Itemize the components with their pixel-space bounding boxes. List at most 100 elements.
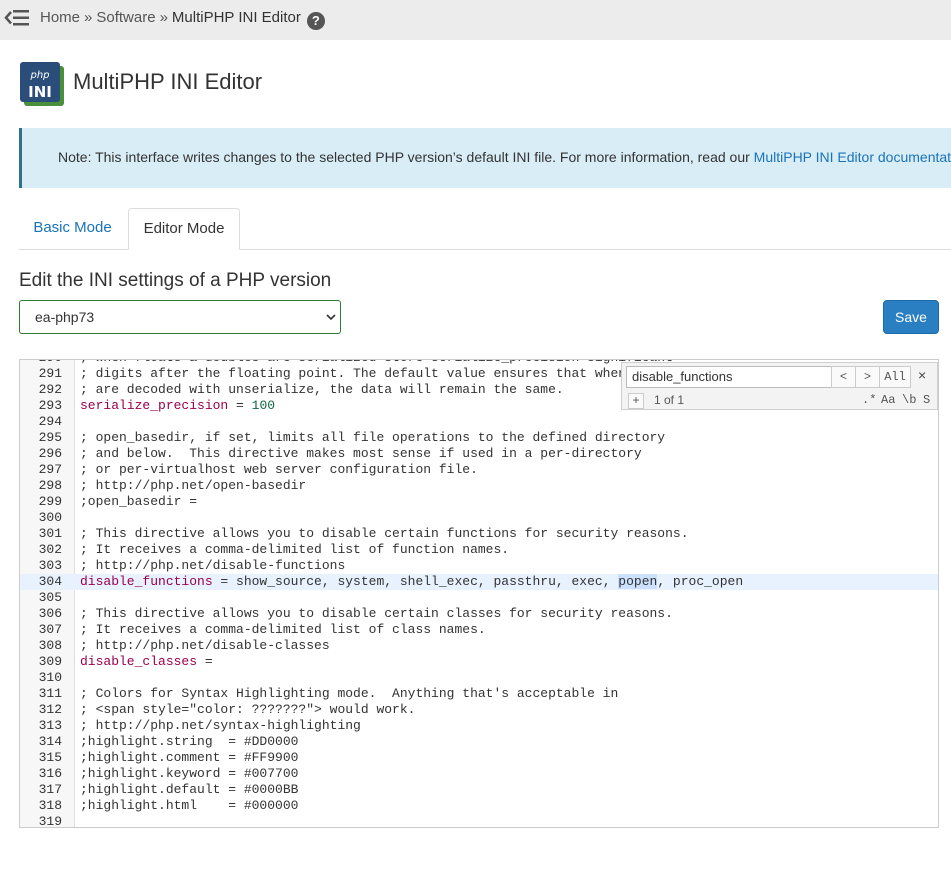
replace-toggle-button[interactable]: +	[628, 393, 644, 409]
line-number: 311	[38, 686, 62, 701]
line-number: 304	[38, 574, 62, 589]
ini-comment: ; http://php.net/disable-functions	[80, 558, 346, 573]
line-code: ; http://php.net/open-basedir	[80, 478, 306, 494]
ini-comment: ; It receives a comma-delimited list of …	[80, 542, 510, 557]
code-line: 294	[20, 414, 938, 430]
code-line: 319	[20, 814, 938, 828]
tab-editor-mode[interactable]: Editor Mode	[128, 208, 240, 250]
save-button[interactable]: Save	[883, 300, 939, 334]
in-selection-toggle[interactable]: S	[923, 392, 930, 408]
line-number: 317	[38, 782, 62, 797]
breadcrumb-current: MultiPHP INI Editor	[171, 9, 301, 26]
ini-comment: ; digits after the floating point. The d…	[80, 366, 681, 381]
line-code: ; http://php.net/disable-functions	[80, 558, 345, 574]
line-number: 299	[38, 494, 62, 509]
line-code: ; are decoded with unserialize, the data…	[80, 382, 564, 398]
line-code: ; or per-virtualhost web server configur…	[80, 462, 478, 478]
whole-word-toggle[interactable]: \b	[902, 392, 916, 408]
line-number: 291	[38, 366, 62, 381]
line-code: ;highlight.string = #DD0000	[80, 734, 298, 750]
ini-comment: ; When floats & doubles are serialized s…	[80, 360, 673, 365]
code-line: 303 ; http://php.net/disable-functions	[20, 558, 938, 574]
find-all-button[interactable]: All	[879, 366, 911, 388]
ini-comment: ; are decoded with unserialize, the data…	[80, 382, 564, 397]
ini-comment: ; It receives a comma-delimited list of …	[80, 622, 486, 637]
line-code: ; and below. This directive makes most s…	[80, 446, 642, 462]
ini-comment: ; http://php.net/disable-classes	[80, 638, 330, 653]
find-previous-button[interactable]: <	[831, 366, 856, 388]
line-code: ; open_basedir, if set, limits all file …	[80, 430, 665, 446]
code-line: 308 ; http://php.net/disable-classes	[20, 638, 938, 654]
line-code: ;highlight.default = #0000BB	[80, 782, 298, 798]
ini-directive: disable_classes	[80, 654, 198, 669]
case-sensitive-toggle[interactable]: Aa	[881, 392, 895, 408]
line-code: ;open_basedir =	[80, 494, 197, 510]
breadcrumb-home[interactable]: Home	[40, 9, 80, 26]
ini-comment: ;highlight.keyword = #007700	[80, 766, 299, 781]
ini-comment: ;highlight.comment = #FF9900	[80, 750, 299, 765]
ini-number: 100	[251, 398, 276, 413]
code-lines: 290 ; When floats & doubles are serialize…	[20, 360, 938, 828]
code-line: 297 ; or per-virtualhost web server confi…	[20, 462, 938, 478]
line-code: disable_functions = show_source, system,…	[80, 574, 743, 590]
line-code: ; digits after the floating point. The d…	[80, 366, 681, 382]
line-code: serialize_precision = 100	[80, 398, 275, 414]
line-number: 307	[38, 622, 62, 637]
info-note-text: Note: This interface writes changes to t…	[58, 149, 951, 165]
line-number: 319	[38, 814, 62, 828]
php-version-select[interactable]: ea-php73	[19, 300, 341, 334]
ini-comment: ; open_basedir, if set, limits all file …	[80, 430, 666, 445]
line-number: 303	[38, 558, 62, 573]
code-line: 310	[20, 670, 938, 686]
ini-comment: ; http://php.net/syntax-highlighting	[80, 718, 361, 733]
search-match: popen	[618, 574, 658, 589]
help-icon[interactable]: ?	[306, 12, 325, 30]
code-line: 295 ; open_basedir, if set, limits all fi…	[20, 430, 938, 446]
ini-comment: ;highlight.html = #000000	[80, 798, 299, 813]
ini-value: =	[228, 398, 252, 413]
line-number: 290	[20, 360, 62, 366]
ini-comment: ; Colors for Syntax Highlighting mode. A…	[80, 686, 619, 701]
line-number: 310	[38, 670, 62, 685]
line-number: 312	[38, 702, 62, 717]
line-number: 314	[38, 734, 62, 749]
ini-value: = show_source, system, shell_exec, passt…	[212, 574, 619, 589]
page-title: MultiPHP INI Editor	[73, 69, 263, 94]
line-number: 315	[38, 750, 62, 765]
code-line: 296 ; and below. This directive makes mos…	[20, 446, 938, 462]
code-line: 304 disable_functions = show_source, syst…	[20, 574, 938, 590]
code-editor[interactable]: 290 ; When floats & doubles are serialize…	[19, 359, 939, 828]
find-next-button[interactable]: >	[855, 366, 880, 388]
line-number: 318	[38, 798, 62, 813]
code-line: 305	[20, 590, 938, 606]
line-number: 305	[38, 590, 62, 605]
regex-toggle[interactable]: .*	[862, 392, 876, 408]
code-line: 315 ;highlight.comment = #FF9900	[20, 750, 938, 766]
line-code: disable_classes =	[80, 654, 213, 670]
line-number: 294	[38, 414, 62, 429]
line-code: ; http://php.net/syntax-highlighting	[80, 718, 361, 734]
line-number: 292	[38, 382, 62, 397]
collapse-menu-icon[interactable]	[4, 6, 30, 30]
chevron-down-icon	[326, 314, 336, 321]
mode-tabs: Basic Mode Editor Mode	[19, 208, 951, 250]
code-line: 298 ; http://php.net/open-basedir	[20, 478, 938, 494]
find-input[interactable]: disable_functions	[626, 366, 832, 388]
find-panel: disable_functions < > All × + 1 of 1 .* …	[621, 362, 938, 410]
line-number: 297	[38, 462, 62, 477]
close-icon[interactable]: ×	[918, 367, 926, 383]
ini-comment: ; and below. This directive makes most s…	[80, 446, 642, 461]
icon-ini-text: INI	[28, 83, 52, 101]
line-number: 295	[38, 430, 62, 445]
top-bar: Home» Software» MultiPHP INI Editor?	[0, 0, 951, 40]
code-line: 300	[20, 510, 938, 526]
breadcrumb: Home» Software» MultiPHP INI Editor?	[40, 9, 325, 30]
code-line: 299 ;open_basedir =	[20, 494, 938, 510]
note-doc-link[interactable]: MultiPHP INI Editor documentation	[754, 149, 951, 165]
tab-basic-mode[interactable]: Basic Mode	[19, 208, 126, 250]
ini-comment: ; <span style="color: ???????"> would wo…	[80, 702, 416, 717]
ini-comment: ;open_basedir =	[80, 494, 198, 509]
line-code: ; This directive allows you to disable c…	[80, 526, 689, 542]
breadcrumb-software[interactable]: Software	[96, 9, 155, 26]
line-number: 301	[38, 526, 62, 541]
